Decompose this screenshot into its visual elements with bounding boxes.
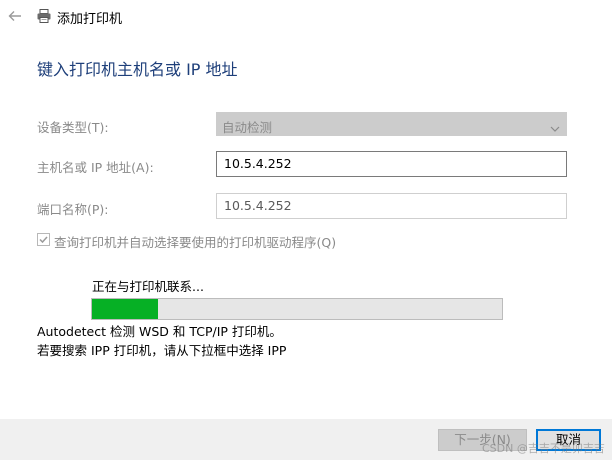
page-heading: 键入打印机主机名或 IP 地址 — [37, 60, 238, 79]
back-arrow-icon[interactable] — [6, 7, 24, 25]
device-type-select[interactable]: 自动检测 — [216, 112, 567, 136]
progress-status-text: 正在与打印机联系... — [92, 279, 204, 294]
chevron-down-icon — [550, 119, 560, 132]
auto-query-label: 查询打印机并自动选择要使用的打印机驱动程序(Q) — [54, 235, 337, 250]
title-bar: 添加打印机 — [0, 0, 612, 34]
watermark: CSDN @吉吉不是卯吉吉 — [482, 442, 605, 455]
printer-icon — [36, 8, 52, 24]
hostname-input[interactable]: 10.5.4.252 — [216, 151, 567, 177]
auto-query-checkbox[interactable] — [37, 233, 50, 246]
info-line-1: Autodetect 检测 WSD 和 TCP/IP 打印机。 — [37, 324, 282, 339]
info-line-2: 若要搜索 IPP 打印机，请从下拉框中选择 IPP — [37, 343, 287, 358]
checkmark-icon — [39, 236, 48, 244]
window-title: 添加打印机 — [57, 12, 123, 27]
progress-bar — [91, 298, 503, 320]
hostname-label: 主机名或 IP 地址(A): — [37, 160, 154, 175]
progress-bar-fill — [92, 299, 158, 319]
device-type-label: 设备类型(T): — [37, 120, 109, 135]
port-name-input[interactable]: 10.5.4.252 — [216, 193, 567, 219]
device-type-value: 自动检测 — [222, 120, 273, 135]
port-name-label: 端口名称(P): — [37, 202, 109, 217]
